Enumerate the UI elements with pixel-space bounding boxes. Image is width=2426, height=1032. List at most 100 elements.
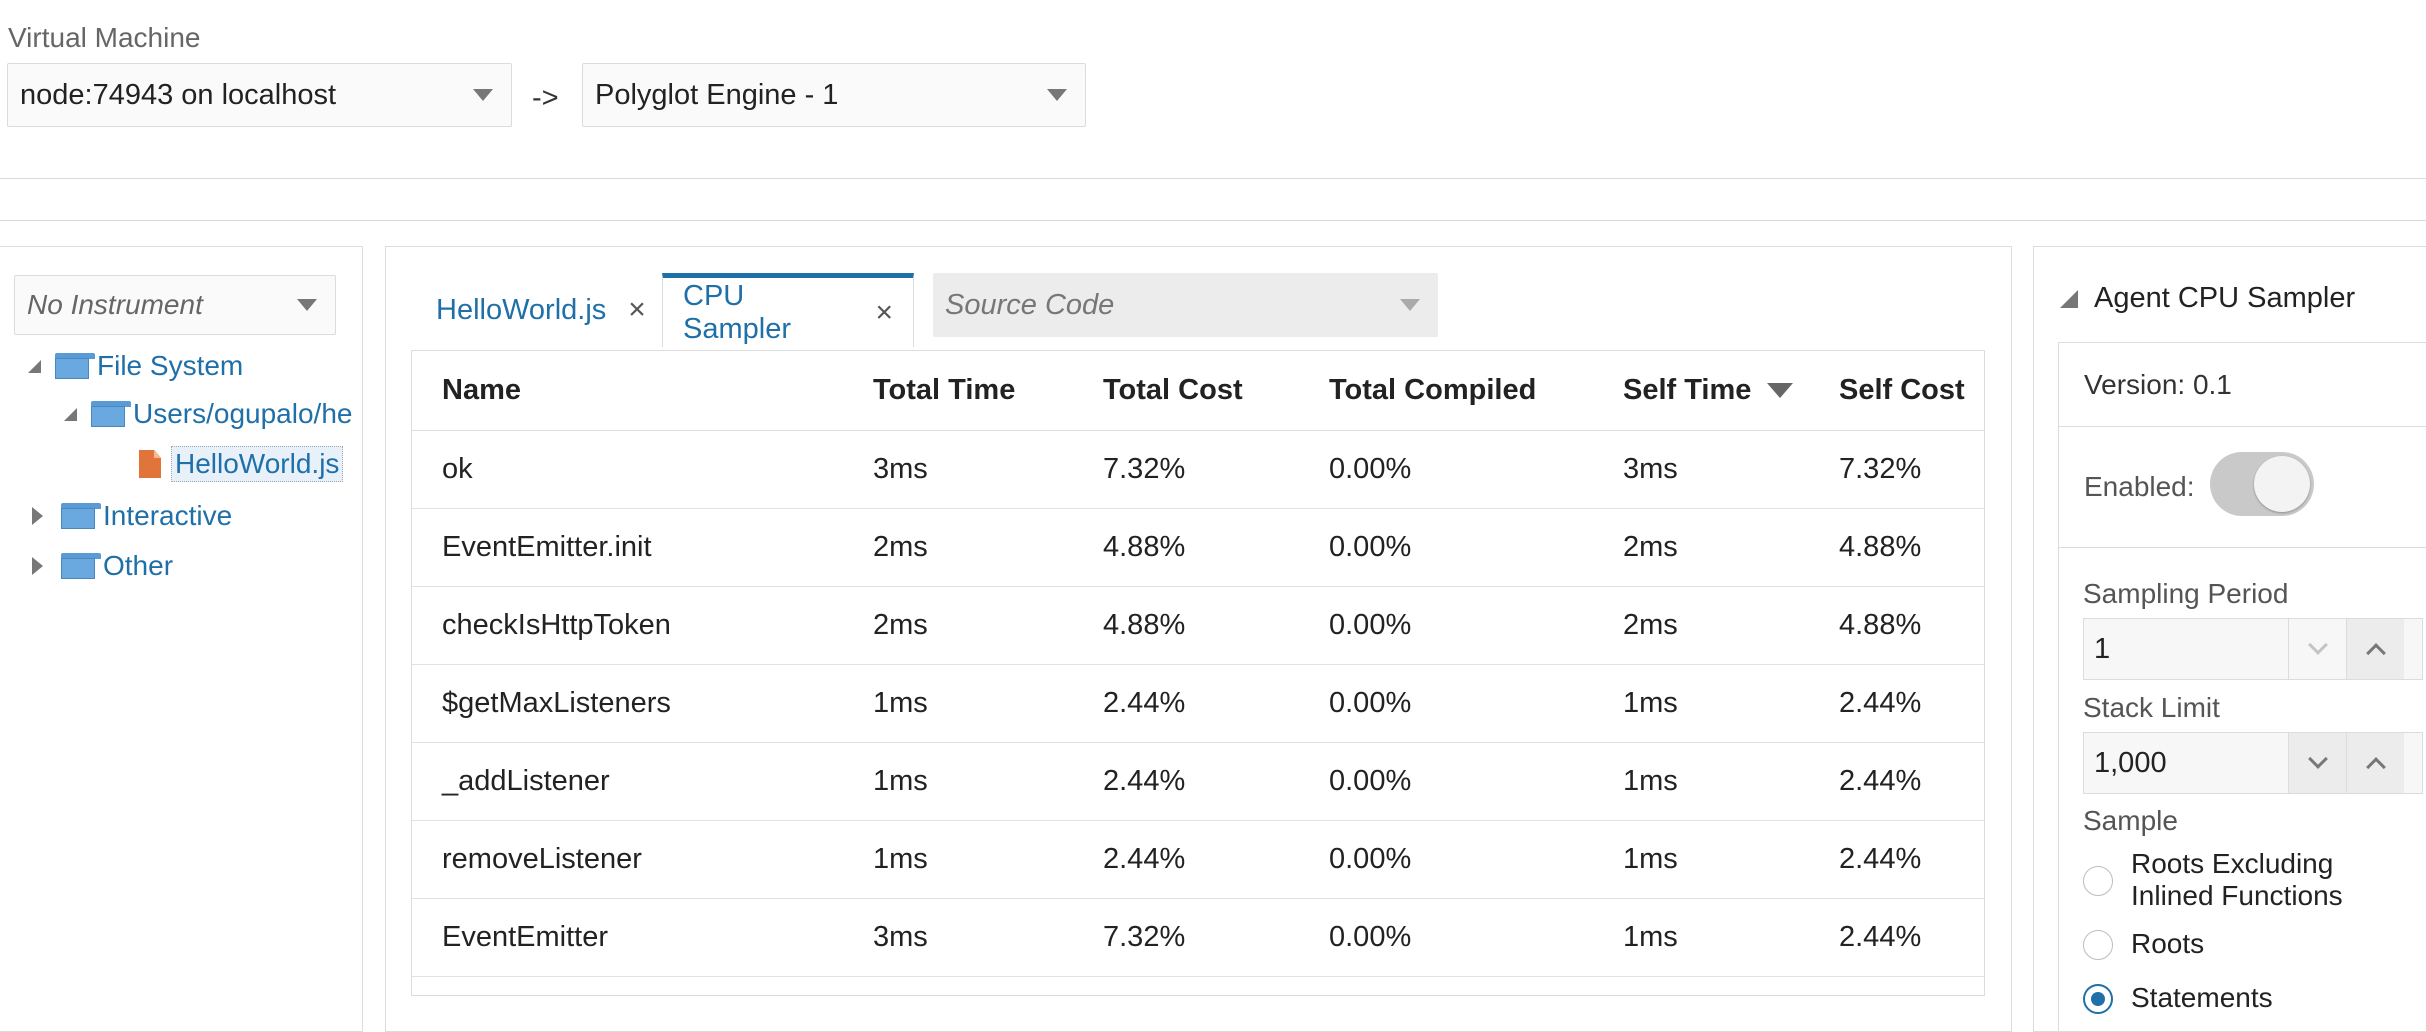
tree-item-label: HelloWorld.js [171, 446, 344, 482]
tree-item-file-system[interactable]: File System [28, 350, 243, 382]
cell-self-time: 2ms [1623, 531, 1678, 563]
table-row[interactable]: checkIsHttpToken 2ms 4.88% 0.00% 2ms 4.88% [412, 587, 1984, 665]
sort-descending-icon[interactable] [1767, 383, 1794, 398]
vm-select[interactable]: node:74943 on localhost [7, 63, 512, 127]
cell-self-cost: 7.32% [1839, 453, 1922, 485]
increment-button[interactable] [2346, 619, 2404, 679]
radio-label: Roots [2131, 928, 2205, 959]
table-row[interactable]: ok 3ms 7.32% 0.00% 3ms 7.32% [412, 431, 1984, 509]
sampling-period-label: Sampling Period [2083, 578, 2289, 609]
enabled-label: Enabled: [2084, 471, 2195, 502]
source-code-select[interactable]: Source Code [933, 273, 1438, 337]
column-header-self-cost[interactable]: Self Cost [1839, 351, 1965, 430]
cell-name: EventEmitter [442, 921, 608, 953]
table-header: Name Total Time Total Cost Total Compile… [412, 351, 1984, 431]
tree-item-interactive[interactable]: Interactive [32, 500, 232, 532]
column-header-self-time[interactable]: Self Time [1623, 351, 1794, 430]
chevron-down-icon [297, 299, 317, 311]
cell-self-time: 1ms [1623, 843, 1678, 875]
cell-name: ok [442, 453, 473, 485]
decrement-button[interactable] [2288, 619, 2346, 679]
sampling-period-value[interactable]: 1 [2094, 619, 2110, 679]
cell-total-compiled: 0.00% [1329, 843, 1412, 875]
collapsed-triangle-icon[interactable] [32, 507, 43, 525]
table-row[interactable]: $getMaxListeners 1ms 2.44% 0.00% 1ms 2.44% [412, 665, 1984, 743]
cell-self-time: 3ms [1623, 453, 1678, 485]
cell-total-time: 2ms [873, 531, 928, 563]
cell-total-cost: 2.44% [1103, 687, 1186, 719]
stack-limit-spinner[interactable]: 1,000 [2083, 732, 2423, 794]
enabled-toggle[interactable] [2210, 452, 2314, 516]
cell-self-cost: 4.88% [1839, 609, 1922, 641]
sampling-period-spinner[interactable]: 1 [2083, 618, 2423, 680]
cell-name: EventEmitter.init [442, 531, 652, 563]
collapsed-triangle-icon[interactable] [32, 557, 43, 575]
tree-item-users-folder[interactable]: Users/ogupalo/he [64, 398, 363, 430]
tree-item-other[interactable]: Other [32, 550, 173, 582]
tree-item-label: File System [97, 350, 244, 381]
radio-button-checked[interactable] [2083, 984, 2113, 1014]
cell-self-cost: 4.88% [1839, 531, 1922, 563]
tree-item-label: Users/ogupalo/he [133, 398, 353, 429]
agent-title[interactable]: Agent CPU Sampler [2060, 282, 2355, 315]
collapse-triangle-icon[interactable] [2060, 289, 2078, 308]
folder-icon [55, 353, 95, 379]
sample-label: Sample [2083, 805, 2178, 836]
table-row[interactable]: _addListener 1ms 2.44% 0.00% 1ms 2.44% [412, 743, 1984, 821]
radio-button[interactable] [2083, 866, 2113, 896]
tab-helloworld[interactable]: HelloWorld.js × [416, 273, 666, 347]
cell-total-time: 2ms [873, 609, 928, 641]
cell-name: removeListener [442, 843, 642, 875]
table-row[interactable]: removeListener 1ms 2.44% 0.00% 1ms 2.44% [412, 821, 1984, 899]
instrument-select[interactable]: No Instrument [14, 275, 336, 335]
cell-total-compiled: 0.00% [1329, 765, 1412, 797]
tree-item-helloworld[interactable]: HelloWorld.js [139, 446, 344, 482]
column-header-name[interactable]: Name [442, 351, 521, 430]
chevron-down-icon [1400, 299, 1420, 311]
cell-total-cost: 4.88% [1103, 609, 1186, 641]
vm-select-value: node:74943 on localhost [20, 78, 337, 111]
chevron-down-icon [2307, 749, 2328, 769]
cell-total-cost: 2.44% [1103, 765, 1186, 797]
chevron-down-icon [1047, 89, 1067, 101]
cell-total-cost: 7.32% [1103, 921, 1186, 953]
column-header-total-compiled[interactable]: Total Compiled [1329, 351, 1536, 430]
radio-label-line1: Roots Excluding [2131, 848, 2334, 879]
stack-limit-label: Stack Limit [2083, 692, 2220, 723]
table-row[interactable]: EventEmitter.init 2ms 4.88% 0.00% 2ms 4.88% [412, 509, 1984, 587]
radio-label: Statements [2131, 982, 2273, 1013]
radio-button[interactable] [2083, 930, 2113, 960]
close-icon[interactable]: × [875, 296, 893, 330]
tab-label: CPU Sampler [683, 279, 791, 345]
chevron-down-icon [2307, 635, 2328, 655]
engine-select-value: Polyglot Engine - 1 [595, 78, 839, 111]
source-select-placeholder: Source Code [945, 288, 1115, 321]
folder-icon [61, 503, 101, 529]
instrument-select-value: No Instrument [27, 289, 203, 320]
close-icon[interactable]: × [628, 293, 646, 327]
cell-total-compiled: 0.00% [1329, 453, 1412, 485]
radio-roots-excluding-inlined[interactable]: Roots Excluding Inlined Functions [2083, 848, 2343, 912]
increment-button[interactable] [2346, 733, 2404, 793]
engine-select[interactable]: Polyglot Engine - 1 [582, 63, 1086, 127]
cell-total-cost: 4.88% [1103, 531, 1186, 563]
stack-limit-value[interactable]: 1,000 [2094, 733, 2167, 793]
cell-total-compiled: 0.00% [1329, 609, 1412, 641]
decrement-button[interactable] [2288, 733, 2346, 793]
cell-self-cost: 2.44% [1839, 765, 1922, 797]
radio-roots[interactable]: Roots [2083, 928, 2204, 960]
radio-statements[interactable]: Statements [2083, 982, 2273, 1014]
cell-total-compiled: 0.00% [1329, 531, 1412, 563]
cell-total-time: 1ms [873, 687, 928, 719]
chevron-up-icon [2365, 757, 2386, 777]
table-row[interactable]: EventEmitter 3ms 7.32% 0.00% 1ms 2.44% [412, 899, 1984, 977]
tab-cpu-sampler[interactable]: CPU Sampler × [662, 273, 914, 347]
expanded-triangle-icon[interactable] [64, 407, 77, 421]
column-header-total-time[interactable]: Total Time [873, 351, 1015, 430]
radio-label-line2: Inlined Functions [2131, 880, 2343, 911]
folder-icon [91, 401, 131, 427]
virtual-machine-label: Virtual Machine [8, 22, 201, 53]
column-header-total-cost[interactable]: Total Cost [1103, 351, 1243, 430]
version-box: Version: 0.1 [2058, 342, 2426, 427]
expanded-triangle-icon[interactable] [28, 359, 41, 373]
